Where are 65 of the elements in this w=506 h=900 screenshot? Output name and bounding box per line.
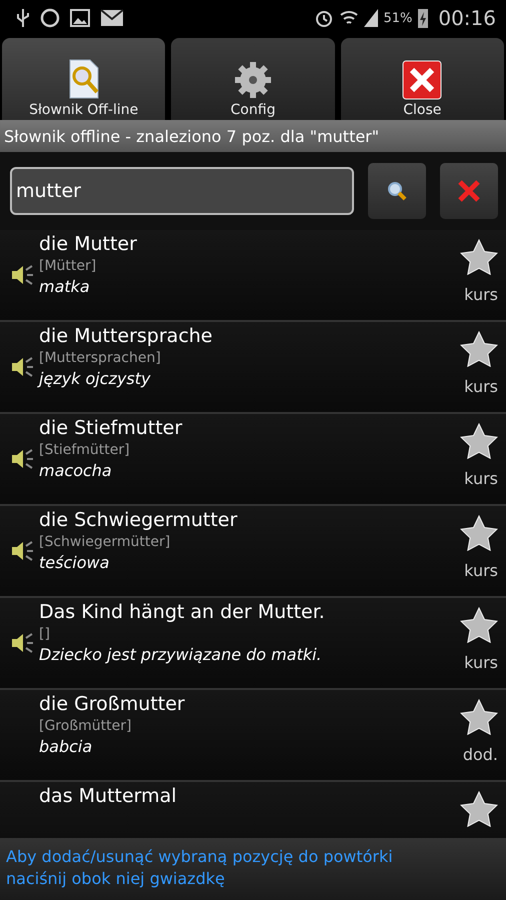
- list-label: kurs: [464, 377, 498, 396]
- title-bar: Słownik offline - znaleziono 7 poz. dla "mutter": [0, 120, 506, 152]
- translation: matka: [39, 277, 91, 296]
- plural-form: []: [39, 626, 51, 642]
- star-icon[interactable]: [460, 515, 498, 551]
- signal-icon: [364, 9, 378, 27]
- word: die Mutter: [39, 233, 138, 255]
- usb-icon: [16, 8, 30, 28]
- search-field[interactable]: mutter: [10, 167, 354, 215]
- word: die Schwiegermutter: [39, 509, 238, 531]
- star-icon[interactable]: [460, 699, 498, 735]
- list-item[interactable]: die Stiefmutter [Stiefmütter] macocha kurs: [0, 414, 506, 506]
- translation: Dziecko jest przywiązane do matki.: [39, 645, 323, 664]
- plural-form: [Großmütter]: [39, 718, 132, 734]
- word: die Stiefmutter: [39, 417, 184, 439]
- word: die Großmutter: [39, 693, 186, 715]
- speaker-icon[interactable]: [10, 632, 34, 654]
- translation: babcia: [39, 737, 94, 756]
- star-icon[interactable]: [460, 791, 498, 827]
- tab[interactable]: Config: [171, 38, 335, 120]
- star-icon[interactable]: [460, 423, 498, 459]
- list-label: kurs: [464, 561, 498, 580]
- plural-form: [Stiefmütter]: [39, 442, 131, 458]
- speaker-icon[interactable]: [10, 448, 34, 470]
- star-icon[interactable]: [460, 607, 498, 643]
- hint-text: Aby dodać/usunąć wybraną pozycję do powtórki naciśnij obok niej gwiazdkę: [6, 846, 394, 890]
- speaker-icon[interactable]: [10, 540, 34, 562]
- plural-form: [Mütter]: [39, 258, 98, 274]
- list-label: kurs: [464, 469, 498, 488]
- list-label: kurs: [464, 285, 498, 304]
- list-item[interactable]: die Großmutter [Großmütter] babcia dod.: [0, 690, 506, 782]
- list-item[interactable]: das Muttermal: [0, 782, 506, 838]
- list-label: kurs: [464, 653, 498, 672]
- translation: macocha: [39, 461, 113, 480]
- word: das Muttermal: [39, 785, 178, 807]
- plural-form: [Muttersprachen]: [39, 350, 162, 366]
- plural-form: [Schwiegermütter]: [39, 534, 172, 550]
- list-item[interactable]: Das Kind hängt an der Mutter. [] Dziecko jest przywiązane do matki. kurs: [0, 598, 506, 690]
- word: die Muttersprache: [39, 325, 214, 347]
- star-icon[interactable]: [460, 239, 498, 275]
- list-item[interactable]: die Muttersprache [Muttersprachen] język ojczysty kurs: [0, 322, 506, 414]
- clock: 00:16: [438, 6, 496, 30]
- star-icon[interactable]: [460, 331, 498, 367]
- search-icon: [386, 180, 408, 202]
- mail-icon: [100, 9, 124, 27]
- list-item[interactable]: die Schwiegermutter [Schwiegermütter] teściowa kurs: [0, 506, 506, 598]
- notification-icon: [40, 8, 60, 28]
- speaker-icon[interactable]: [10, 356, 34, 378]
- speaker-icon[interactable]: [10, 264, 34, 286]
- close-icon: [457, 179, 481, 203]
- translation: teściowa: [39, 553, 110, 572]
- list-label: dod.: [462, 745, 498, 764]
- tab[interactable]: Close: [340, 38, 504, 120]
- word: Das Kind hängt an der Mutter.: [39, 601, 326, 623]
- battery-percent: 51%: [383, 10, 412, 26]
- clear-button[interactable]: [440, 163, 498, 219]
- battery-icon: [417, 7, 430, 29]
- gear-icon: [232, 60, 273, 100]
- close-icon: [402, 60, 442, 100]
- search-button[interactable]: [368, 163, 426, 219]
- translation: język ojczysty: [39, 369, 152, 388]
- alarm-icon: [314, 8, 334, 28]
- image-icon: [70, 9, 90, 27]
- tab[interactable]: Słownik Off-line: [2, 38, 166, 120]
- list-item[interactable]: die Mutter [Mütter] matka kurs: [0, 230, 506, 322]
